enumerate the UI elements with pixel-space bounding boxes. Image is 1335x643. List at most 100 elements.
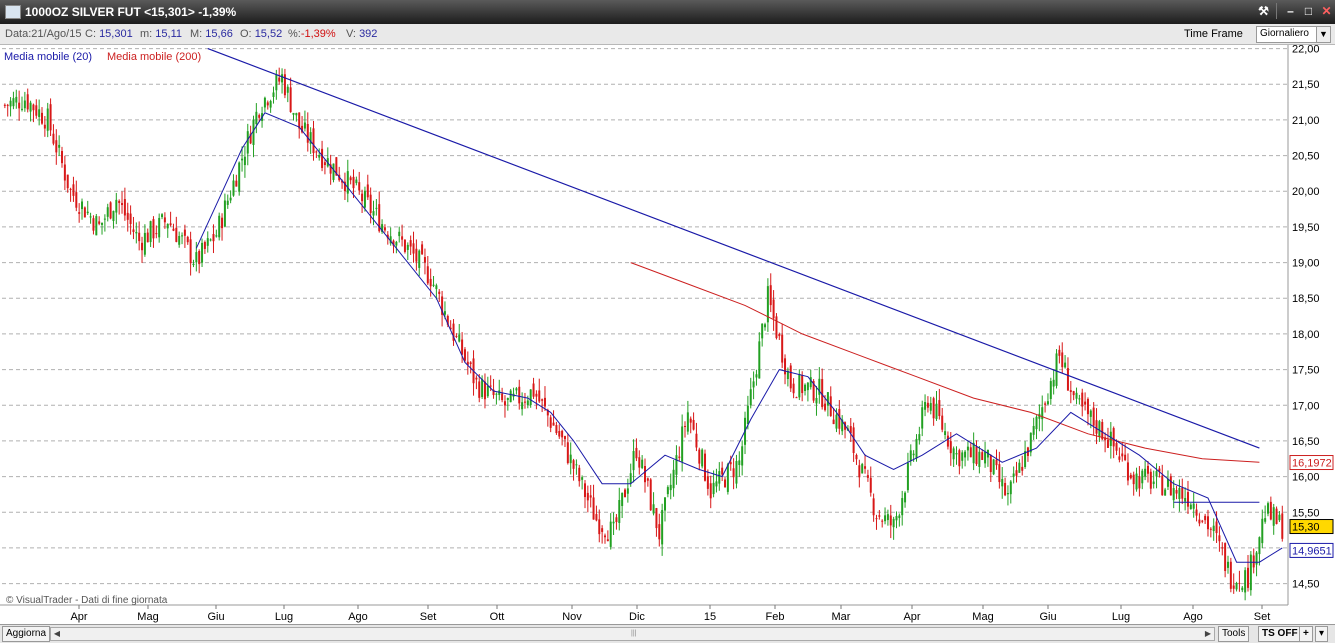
scroll-thumb[interactable]: ||| xyxy=(631,630,639,638)
candle-body xyxy=(875,518,878,520)
candle-body xyxy=(912,453,915,456)
candle-body xyxy=(163,217,166,223)
candle-body xyxy=(1078,398,1081,400)
close-icon[interactable]: ✕ xyxy=(1318,3,1335,19)
candle-body xyxy=(369,194,372,213)
candle-body xyxy=(1069,390,1072,392)
candle-body xyxy=(626,488,629,494)
candle-body xyxy=(143,232,146,255)
candle-body xyxy=(78,212,81,214)
candle-body xyxy=(878,515,881,517)
candle-body xyxy=(884,515,887,522)
candle-body xyxy=(701,449,704,467)
candle-body xyxy=(1149,471,1152,489)
candle-body xyxy=(555,425,558,434)
candle-body xyxy=(895,516,898,521)
candle-body xyxy=(506,397,509,400)
pct-readout: %:-1,39% xyxy=(288,28,336,40)
candle-body xyxy=(869,477,872,493)
candle-body xyxy=(418,250,421,268)
candle-body xyxy=(303,122,306,129)
open-readout: O: 15,52 xyxy=(240,28,283,40)
candle-body xyxy=(535,393,538,397)
candle-body xyxy=(149,221,152,243)
candle-body xyxy=(1244,570,1247,593)
candle-body xyxy=(1046,401,1049,405)
candle-body xyxy=(255,111,258,125)
candle-body xyxy=(383,227,386,231)
candle-body xyxy=(518,386,521,404)
candle-body xyxy=(258,115,261,118)
y-tick-label: 19,00 xyxy=(1292,258,1320,270)
ma20-tag: 14,9651 xyxy=(1292,545,1332,557)
x-tick-label: Mar xyxy=(832,611,851,623)
candle-body xyxy=(666,487,669,495)
candle-body xyxy=(118,200,121,204)
candle-body xyxy=(1092,407,1095,426)
candle-body xyxy=(752,381,755,388)
candle-body xyxy=(718,471,721,484)
candle-body xyxy=(438,291,441,295)
scroll-left-icon[interactable]: ◀ xyxy=(51,628,63,640)
candle-body xyxy=(669,484,672,491)
candle-body xyxy=(106,207,109,217)
x-tick-label: Apr xyxy=(903,611,920,623)
candle-body xyxy=(952,448,955,460)
wrench-icon[interactable]: ⚒ xyxy=(1255,3,1272,19)
candle-body xyxy=(658,524,661,540)
candle-body xyxy=(1066,368,1069,391)
candle-body xyxy=(1055,353,1058,386)
candle-body xyxy=(603,535,606,538)
candle-body xyxy=(672,469,675,489)
candle-body xyxy=(495,393,498,395)
candle-body xyxy=(3,104,6,106)
candle-body xyxy=(1258,537,1261,555)
candle-body xyxy=(306,123,309,143)
candle-body xyxy=(115,199,118,213)
candle-body xyxy=(395,241,398,246)
chevron-down-icon[interactable]: ▼ xyxy=(1316,27,1330,42)
candle-body xyxy=(689,418,692,423)
legend-ma20: Media mobile (20) xyxy=(4,51,92,63)
price-chart[interactable]: 22,00 21,50 21,00 20,50 20,00 19,50 19,00 18,50… xyxy=(0,44,1335,624)
candle-body xyxy=(1175,490,1178,494)
chart-area[interactable]: 22,00 21,50 21,00 20,50 20,00 19,50 19,00 18,50… xyxy=(0,44,1335,624)
x-tick-label: Giu xyxy=(207,611,224,623)
candle-body xyxy=(1032,425,1035,435)
candle-body xyxy=(475,377,478,380)
scroll-right-icon[interactable]: ▶ xyxy=(1202,628,1214,640)
candle-body xyxy=(772,299,775,319)
candle-body xyxy=(921,407,924,429)
candle-body xyxy=(32,104,35,111)
candle-body xyxy=(26,94,29,110)
candle-body xyxy=(598,519,601,535)
x-tick-label: Set xyxy=(1254,611,1271,623)
candle-body xyxy=(95,216,98,236)
candle-body xyxy=(1189,504,1192,510)
refresh-button[interactable]: Aggiorna xyxy=(2,626,51,642)
candle-body xyxy=(1112,428,1115,447)
maximize-icon[interactable]: □ xyxy=(1300,3,1317,19)
candle-body xyxy=(426,266,429,284)
candle-body xyxy=(181,235,184,237)
candle-body xyxy=(735,461,738,484)
candle-body xyxy=(801,375,804,394)
app-chart-icon xyxy=(5,5,21,19)
y-tick-label: 16,00 xyxy=(1292,472,1320,484)
horizontal-scrollbar[interactable]: ◀ ||| ▶ xyxy=(50,627,1215,641)
minimize-icon[interactable]: – xyxy=(1282,3,1299,19)
candle-body xyxy=(861,464,864,474)
y-tick-label: 22,00 xyxy=(1292,45,1320,56)
plus-button[interactable]: + xyxy=(1299,626,1313,642)
candle-body xyxy=(69,188,72,190)
candle-body xyxy=(1044,403,1047,405)
candle-body xyxy=(941,415,944,430)
candle-body xyxy=(778,334,781,337)
ts-off-button[interactable]: TS OFF xyxy=(1258,626,1302,642)
more-button[interactable]: ▾ xyxy=(1315,626,1329,642)
candle-body xyxy=(984,451,987,464)
tools-button[interactable]: Tools xyxy=(1218,626,1250,642)
timeframe-select[interactable]: Giornaliero ▼ xyxy=(1256,26,1331,43)
title-bar: 1000OZ SILVER FUT <15,301> -1,39% ⚒ – □ … xyxy=(0,0,1335,24)
candle-body xyxy=(835,414,838,429)
